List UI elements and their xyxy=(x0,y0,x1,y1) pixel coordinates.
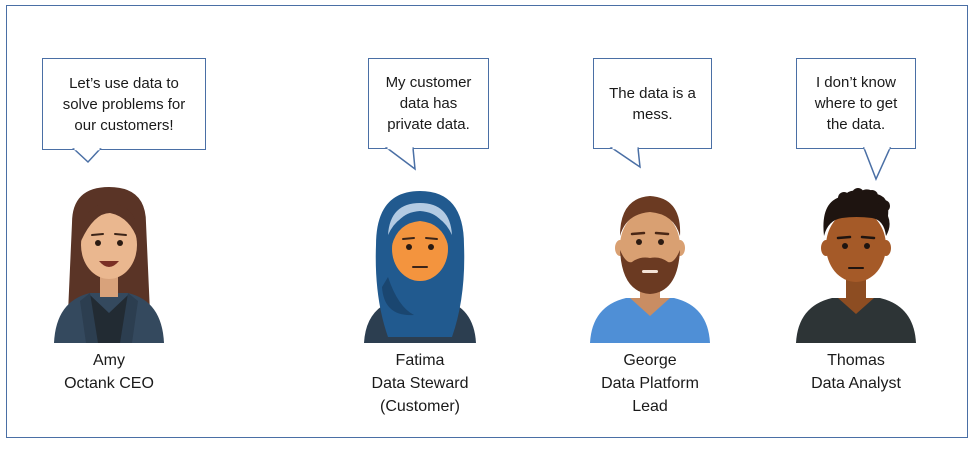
persona-caption-george: George Data Platform Lead xyxy=(590,349,710,418)
woman-hijab-avatar-icon xyxy=(364,191,476,343)
persona-caption-amy: Amy Octank CEO xyxy=(59,349,159,395)
speech-text-thomas: I don’t know where to get the data. xyxy=(814,74,898,133)
man-beard-avatar-icon xyxy=(590,196,710,343)
woman-long-hair-avatar-icon xyxy=(54,187,164,343)
speech-bubble-tail-amy xyxy=(72,147,102,164)
speech-bubble-tail-fatima xyxy=(384,146,416,171)
persona-role-fatima: Data Steward xyxy=(371,375,469,392)
speech-bubble-fatima: My customer data has private data. xyxy=(368,58,489,149)
speech-text-fatima: My customer data has private data. xyxy=(385,74,472,133)
persona-role-amy: Octank CEO xyxy=(64,375,154,392)
man-curly-hair-avatar-icon xyxy=(796,188,916,343)
persona-role-george: Data Platform xyxy=(601,375,699,392)
persona-role-fatima-line2: (Customer) xyxy=(379,398,460,415)
speech-bubble-tail-george xyxy=(609,146,641,169)
persona-name-amy: Amy xyxy=(93,352,125,369)
speech-text-amy: Let’s use data to solve problems for our… xyxy=(62,74,186,134)
speech-text-george: The data is a mess. xyxy=(609,84,696,123)
speech-bubble-thomas: I don’t know where to get the data. xyxy=(796,58,916,149)
persona-role-george-line2: Lead xyxy=(632,398,668,415)
persona-name-fatima: Fatima xyxy=(395,352,445,369)
persona-role-thomas: Data Analyst xyxy=(811,375,901,392)
persona-name-george: George xyxy=(623,352,677,369)
speech-bubble-amy: Let’s use data to solve problems for our… xyxy=(42,58,206,150)
speech-bubble-george: The data is a mess. xyxy=(593,58,712,149)
persona-name-thomas: Thomas xyxy=(827,352,885,369)
speech-bubble-tail-thomas xyxy=(862,146,892,181)
persona-caption-thomas: Thomas Data Analyst xyxy=(798,349,914,395)
persona-caption-fatima: Fatima Data Steward (Customer) xyxy=(365,349,475,418)
